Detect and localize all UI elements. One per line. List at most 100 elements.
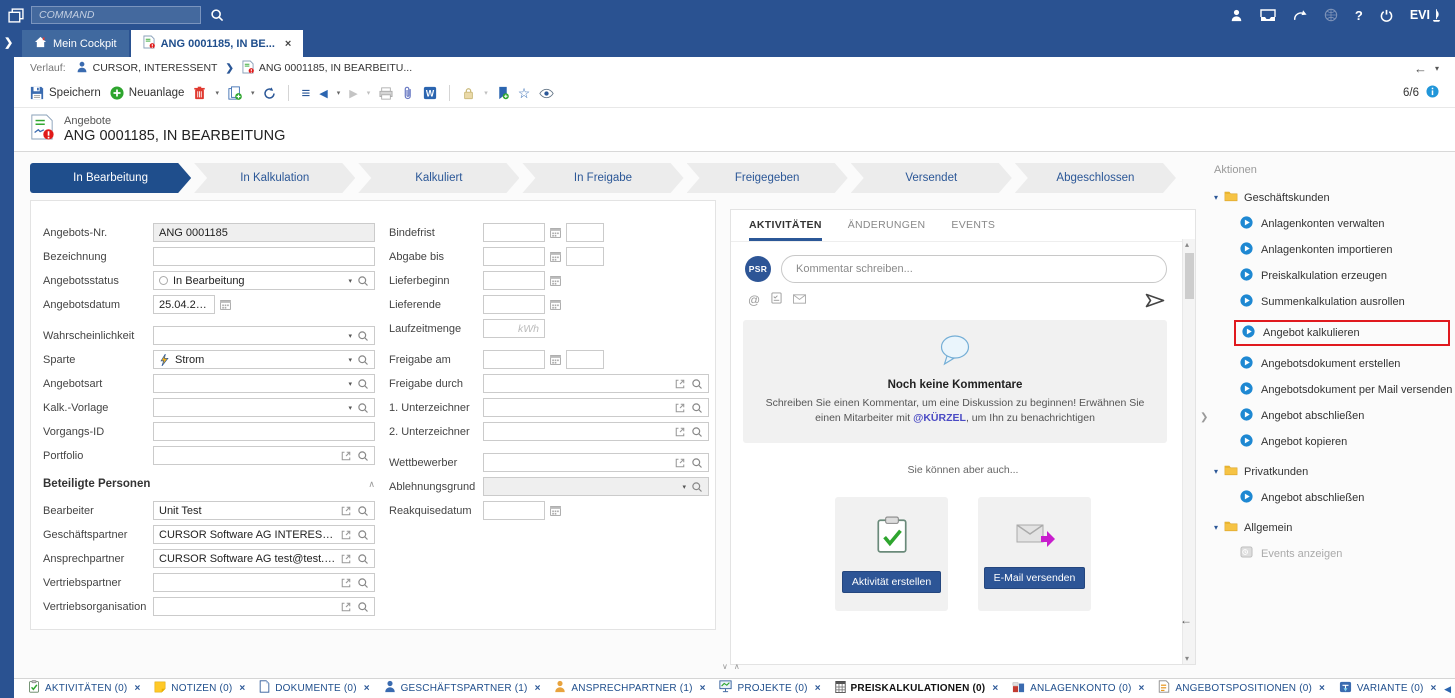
related-area-tab[interactable]: ANSPRECHPARTNER (1)× <box>554 680 705 698</box>
search-icon[interactable] <box>357 330 369 342</box>
mention-hint[interactable]: @KÜRZEL <box>913 412 966 424</box>
field-combo[interactable]: ▾ <box>153 398 375 417</box>
prev-dropdown-icon[interactable]: ▾ <box>337 89 341 97</box>
scroll-areas-left-icon[interactable]: ◀ <box>1444 684 1451 695</box>
field-amount[interactable]: kWh <box>483 319 545 338</box>
help-icon[interactable]: ? <box>1355 8 1363 23</box>
field-date[interactable]: 25.04.2022 <box>153 295 215 314</box>
open-record-icon[interactable] <box>340 577 352 589</box>
calendar-icon[interactable] <box>549 353 562 366</box>
open-record-icon[interactable] <box>340 505 352 517</box>
action-item[interactable]: Summenkalkulation ausrollen <box>1240 294 1455 310</box>
save-button[interactable]: Speichern <box>30 86 101 100</box>
dropdown-caret-icon[interactable]: ▾ <box>348 380 352 388</box>
search-icon[interactable] <box>357 378 369 390</box>
close-area-icon[interactable]: × <box>1431 683 1437 694</box>
search-icon[interactable] <box>357 275 369 287</box>
action-group-header[interactable]: ▾Privatkunden <box>1214 464 1455 479</box>
favorite-star-icon[interactable]: ☆ <box>518 85 531 102</box>
delete-button[interactable] <box>193 86 206 100</box>
power-icon[interactable] <box>1380 9 1393 22</box>
tab-mein-cockpit[interactable]: Mein Cockpit <box>22 30 129 57</box>
copy-record-button[interactable] <box>228 86 242 100</box>
close-area-icon[interactable]: × <box>239 683 245 694</box>
field-combo[interactable]: ▾ <box>153 374 375 393</box>
field-date[interactable] <box>483 501 545 520</box>
collapse-caret-icon[interactable]: ▾ <box>1214 523 1218 532</box>
open-record-icon[interactable] <box>674 457 686 469</box>
window-icon[interactable] <box>8 8 24 23</box>
field-date[interactable] <box>483 271 545 290</box>
field-date[interactable] <box>483 350 545 369</box>
field-lookup[interactable]: Unit Test <box>153 501 375 520</box>
dropdown-caret-icon[interactable]: ▾ <box>348 332 352 340</box>
tab-record-active[interactable]: ANG 0001185, IN BE... × <box>131 30 304 57</box>
related-area-tab[interactable]: ANLAGENKONTO (0)× <box>1012 680 1144 698</box>
splitter-handles[interactable]: ∨∧ <box>722 662 746 671</box>
close-area-icon[interactable]: × <box>535 683 541 694</box>
close-area-icon[interactable]: × <box>134 683 140 694</box>
close-area-icon[interactable]: × <box>700 683 706 694</box>
close-area-icon[interactable]: × <box>992 683 998 694</box>
breadcrumb-item-record[interactable]: ANG 0001185, IN BEARBEITU... <box>242 60 412 77</box>
section-beteiligte-personen[interactable]: Beteiligte Personen ∧ <box>43 478 375 490</box>
search-icon[interactable] <box>691 402 703 414</box>
related-area-tab[interactable]: NOTIZEN (0)× <box>154 680 245 698</box>
calendar-icon[interactable] <box>549 504 562 517</box>
field-combo-status[interactable]: In Bearbeitung▾ <box>153 271 375 290</box>
attachment-icon[interactable] <box>402 86 414 100</box>
field-lookup[interactable]: CURSOR Software AG INTERESSENT <box>153 525 375 544</box>
search-icon[interactable] <box>357 601 369 613</box>
action-item[interactable]: Anlagenkonten verwalten <box>1240 216 1455 232</box>
process-step[interactable]: Kalkuliert <box>358 163 519 193</box>
history-back-icon[interactable]: ← <box>1414 61 1427 76</box>
task-icon[interactable] <box>771 291 782 309</box>
collapse-caret-icon[interactable]: ▾ <box>1214 193 1218 202</box>
action-group-header[interactable]: ▾Allgemein <box>1214 520 1455 535</box>
related-area-tab[interactable]: PREISKALKULATIONEN (0)× <box>835 680 999 698</box>
action-group-header[interactable]: ▾Geschäftskunden <box>1214 190 1455 205</box>
calendar-icon[interactable] <box>549 250 562 263</box>
search-icon[interactable] <box>357 354 369 366</box>
collapse-panel-left-icon[interactable]: ← <box>1180 613 1192 627</box>
related-area-tab[interactable]: AKTIVITÄTEN (0)× <box>28 680 140 698</box>
process-step[interactable]: In Bearbeitung <box>30 163 191 193</box>
bookmark-add-icon[interactable] <box>497 86 509 100</box>
field-input[interactable] <box>153 247 375 266</box>
field-combo[interactable]: ▾ <box>153 326 375 345</box>
field-lookup[interactable] <box>483 422 709 441</box>
open-record-icon[interactable] <box>340 450 352 462</box>
open-record-icon[interactable] <box>340 529 352 541</box>
action-item[interactable]: Preiskalkulation erzeugen <box>1240 268 1455 284</box>
search-icon[interactable] <box>691 378 703 390</box>
search-icon[interactable] <box>691 426 703 438</box>
process-step[interactable]: Versendet <box>851 163 1012 193</box>
calendar-icon[interactable] <box>549 274 562 287</box>
search-icon[interactable] <box>210 8 224 22</box>
search-icon[interactable] <box>691 457 703 469</box>
field-combo-division[interactable]: Strom▾ <box>153 350 375 369</box>
open-record-icon[interactable] <box>340 553 352 565</box>
menu-icon[interactable]: ≡ <box>301 85 310 102</box>
process-step[interactable]: In Freigabe <box>522 163 683 193</box>
field-date[interactable] <box>483 223 545 242</box>
related-area-tab[interactable]: GESCHÄFTSPARTNER (1)× <box>384 680 541 698</box>
action-item[interactable]: Angebot abschließen <box>1240 490 1455 506</box>
field-date[interactable] <box>483 295 545 314</box>
field-time[interactable] <box>566 223 604 242</box>
scroll-down-icon[interactable]: ▾ <box>1185 654 1189 663</box>
history-dropdown-icon[interactable]: ▾ <box>1435 64 1439 73</box>
action-item[interactable]: Angebot abschließen <box>1240 408 1455 424</box>
process-step[interactable]: Abgeschlossen <box>1015 163 1176 193</box>
mention-icon[interactable]: @ <box>748 293 760 307</box>
collapse-section-icon[interactable]: ∧ <box>368 479 375 490</box>
search-icon[interactable] <box>357 402 369 414</box>
expand-actions-panel-icon[interactable]: ❯ <box>1200 412 1208 423</box>
prev-record-icon[interactable]: ◀ <box>319 87 327 100</box>
search-icon[interactable] <box>357 553 369 565</box>
field-input[interactable] <box>153 422 375 441</box>
scrollbar-vertical[interactable]: ▴ ▾ <box>1182 239 1195 664</box>
dropdown-caret-icon[interactable]: ▾ <box>682 483 686 491</box>
copy-dropdown-icon[interactable]: ▾ <box>251 89 255 97</box>
scroll-up-icon[interactable]: ▴ <box>1185 240 1189 249</box>
